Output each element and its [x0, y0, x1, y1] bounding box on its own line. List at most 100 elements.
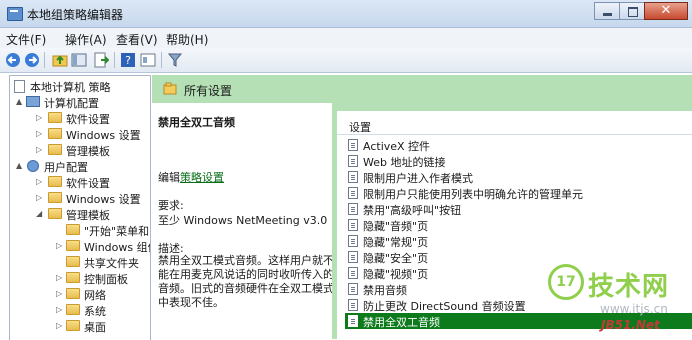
details-header: 所有设置 [152, 75, 692, 103]
folder-icon [66, 272, 80, 283]
tree-item-control-panel[interactable]: ▷ 控制面板 [10, 270, 150, 286]
expand-arrow-icon[interactable]: ▷ [36, 113, 42, 122]
folder-icon [48, 112, 62, 123]
maximize-button[interactable] [619, 2, 645, 20]
folder-icon [66, 304, 80, 315]
column-header-divider [337, 134, 692, 135]
watermark-url: www.itjs.cn [600, 302, 668, 316]
expand-arrow-icon[interactable]: ▷ [56, 289, 62, 298]
tree-item-local-computer-policy[interactable]: 本地计算机 策略 [10, 78, 150, 94]
requirements-label: 要求: [158, 199, 184, 212]
list-item[interactable]: ActiveX 控件 [345, 137, 692, 153]
list-item[interactable]: 隐藏"常规"页 [345, 233, 692, 249]
tree-item-user-config[interactable]: ▲ 用户配置 [10, 158, 150, 174]
collapse-arrow-icon[interactable]: ▲ [16, 97, 22, 106]
show-hide-tree-icon[interactable] [71, 52, 87, 68]
expand-arrow-icon[interactable]: ▷ [36, 145, 42, 154]
policy-setting-icon [348, 171, 358, 183]
expand-arrow-icon[interactable]: ▷ [56, 305, 62, 314]
folder-icon [48, 176, 62, 187]
policy-setting-icon [348, 139, 358, 151]
tree-item-computer-config[interactable]: ▲ 计算机配置 [10, 94, 150, 110]
list-item[interactable]: 隐藏"音频"页 [345, 217, 692, 233]
window-controls: ✕ [594, 2, 688, 20]
filter-icon[interactable] [167, 52, 183, 68]
back-arrow-icon[interactable] [5, 52, 21, 68]
folder-icon [66, 288, 80, 299]
close-button[interactable]: ✕ [644, 2, 688, 20]
site-watermark: 17 技术网 www.itjs.cn [548, 264, 688, 324]
list-item[interactable]: 禁用"高级呼叫"按钮 [345, 201, 692, 217]
list-item[interactable]: Web 地址的链接 [345, 153, 692, 169]
maximize-icon [628, 7, 638, 17]
minimize-button[interactable] [594, 2, 620, 20]
tree-item-desktop[interactable]: ▷ 桌面 [10, 318, 150, 334]
folder-icon [66, 320, 80, 331]
tree-item-software-settings[interactable]: ▷ 软件设置 [10, 174, 150, 190]
column-header-label: 设置 [349, 121, 371, 134]
folder-icon [48, 208, 62, 219]
collapse-arrow-icon[interactable]: ▲ [16, 161, 22, 170]
menu-file[interactable]: 文件(F) [6, 31, 46, 48]
folder-icon [66, 224, 80, 235]
toolbar: ? [0, 48, 692, 73]
toolbar-separator [161, 52, 162, 68]
properties-icon[interactable] [140, 52, 156, 68]
close-icon: ✕ [660, 3, 672, 18]
folder-settings-icon [163, 82, 177, 95]
expand-arrow-icon[interactable]: ▷ [56, 321, 62, 330]
policy-setting-icon [348, 251, 358, 263]
tree-item-network[interactable]: ▷ 网络 [10, 286, 150, 302]
list-item[interactable]: 隐藏"安全"页 [345, 249, 692, 265]
help-icon[interactable]: ? [120, 52, 136, 68]
tree-item-software-settings[interactable]: ▷ 软件设置 [10, 110, 150, 126]
policy-title: 禁用全双工音频 [158, 116, 235, 129]
expand-arrow-icon[interactable]: ▷ [36, 193, 42, 202]
policy-setting-icon [348, 235, 358, 247]
tree-item-admin-templates[interactable]: ◢ 管理模板 [10, 206, 150, 222]
policy-setting-icon [348, 187, 358, 199]
edit-policy-link[interactable]: 策略设置 [180, 171, 224, 184]
policy-setting-icon [348, 155, 358, 167]
expand-arrow-icon[interactable]: ▷ [56, 273, 62, 282]
menu-view[interactable]: 查看(V) [116, 31, 158, 48]
tree-item-windows-components[interactable]: ▷ Windows 组件 [10, 238, 150, 254]
tree-item-admin-templates[interactable]: ▷ 管理模板 [10, 142, 150, 158]
policy-document-icon [14, 80, 25, 93]
tree-item-windows-settings[interactable]: ▷ Windows 设置 [10, 190, 150, 206]
tree-item-start-menu[interactable]: "开始"菜单和 [10, 222, 150, 238]
window-title: 本地组策略编辑器 [27, 8, 124, 22]
menu-help[interactable]: 帮助(H) [166, 31, 208, 48]
expand-arrow-icon[interactable]: ▷ [36, 177, 42, 186]
column-header-setting[interactable]: 设置 [343, 117, 692, 135]
expand-arrow-icon[interactable]: ▷ [56, 241, 62, 250]
policy-setting-icon [348, 203, 358, 215]
export-list-icon[interactable] [93, 52, 109, 68]
list-item[interactable]: 限制用户进入作者模式 [345, 169, 692, 185]
tree-item-windows-settings[interactable]: ▷ Windows 设置 [10, 126, 150, 142]
toolbar-separator [114, 52, 115, 68]
computer-icon [26, 96, 40, 107]
up-folder-icon[interactable] [52, 52, 68, 68]
tree-item-shared-folders[interactable]: 共享文件夹 [10, 254, 150, 270]
svg-text:?: ? [125, 54, 131, 67]
settings-list-top-band [337, 103, 692, 111]
tree-item-system[interactable]: ▷ 系统 [10, 302, 150, 318]
expand-arrow-icon[interactable]: ▷ [36, 129, 42, 138]
edit-prefix: 编辑 [158, 171, 180, 184]
collapse-arrow-icon[interactable]: ◢ [36, 209, 42, 218]
user-icon [27, 160, 39, 172]
menu-action[interactable]: 操作(A) [65, 31, 107, 48]
folder-icon [48, 192, 62, 203]
policy-setting-icon [348, 315, 358, 327]
details-header-title: 所有设置 [184, 84, 233, 98]
requirements-text: 至少 Windows NetMeeting v3.0 [158, 214, 328, 227]
description-text: 禁用全双工模式音频。这样用户就不能在用麦克风说话的同时收听传入的音频。旧式的音频… [158, 254, 334, 309]
list-item[interactable]: 限制用户只能使用列表中明确允许的管理单元 [345, 185, 692, 201]
policy-editor-app-icon [7, 7, 23, 21]
policy-setting-icon [348, 267, 358, 279]
folder-icon [48, 144, 62, 155]
title-bar: 本地组策略编辑器 ✕ [0, 0, 692, 28]
forward-arrow-icon[interactable] [24, 52, 40, 68]
folder-icon [66, 240, 80, 251]
